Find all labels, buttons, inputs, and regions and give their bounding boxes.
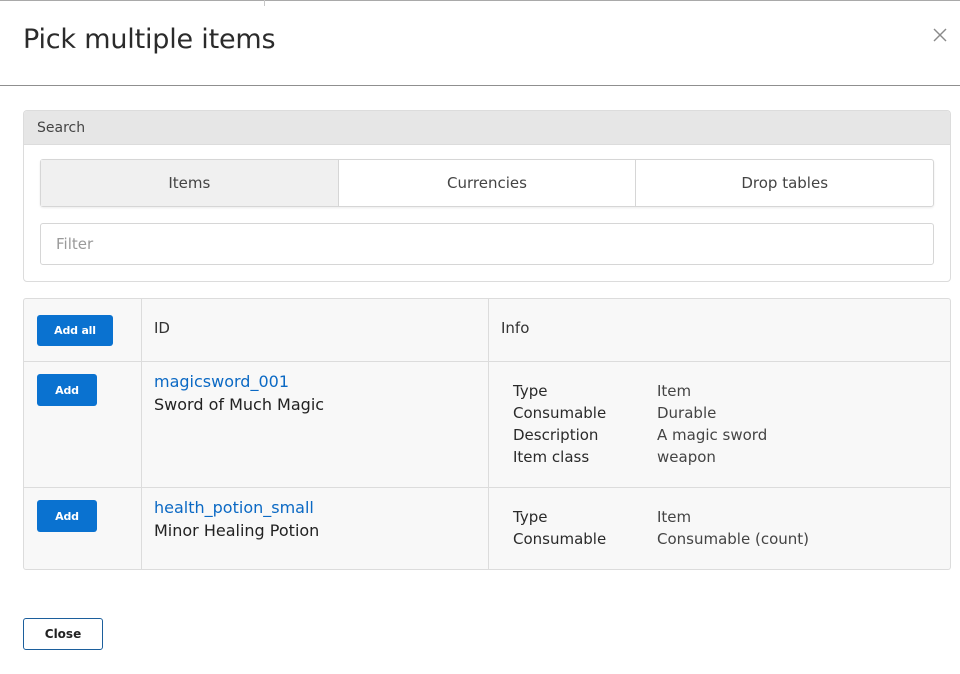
source-tabs: Items Currencies Drop tables [40, 159, 934, 207]
info-value: Item [657, 382, 692, 400]
search-panel: Search Items Currencies Drop tables [23, 110, 951, 282]
item-id-link[interactable]: magicsword_001 [154, 372, 289, 391]
search-heading: Search [24, 111, 950, 145]
info-key: Consumable [513, 404, 607, 422]
header-divider [0, 85, 960, 86]
info-value: weapon [657, 448, 716, 466]
item-name: Minor Healing Potion [154, 521, 320, 540]
table-row: Add magicsword_001 Sword of Much Magic T… [24, 362, 950, 488]
add-all-button[interactable]: Add all [37, 315, 113, 346]
info-value: A magic sword [657, 426, 768, 444]
info-key: Description [513, 426, 599, 444]
top-border [0, 0, 960, 1]
column-header-info: Info [501, 319, 530, 337]
close-button[interactable]: Close [23, 618, 103, 650]
filter-input[interactable] [40, 223, 934, 265]
info-key: Type [513, 508, 548, 526]
top-notch [264, 0, 265, 6]
tab-currencies[interactable]: Currencies [337, 160, 636, 206]
info-value: Item [657, 508, 692, 526]
item-id-link[interactable]: health_potion_small [154, 498, 314, 517]
close-icon[interactable] [929, 24, 951, 46]
tab-drop-tables[interactable]: Drop tables [635, 160, 933, 206]
column-header-id: ID [154, 319, 170, 337]
add-button[interactable]: Add [37, 374, 97, 406]
items-table: Add all ID Info Add magicsword_001 Sword… [23, 298, 951, 570]
item-info: Type Item Consumable Consumable (count) [513, 507, 809, 549]
info-key: Consumable [513, 530, 607, 548]
tab-items[interactable]: Items [41, 160, 338, 206]
item-name: Sword of Much Magic [154, 395, 325, 414]
modal-title: Pick multiple items [23, 24, 276, 55]
add-button[interactable]: Add [37, 500, 97, 532]
table-row: Add health_potion_small Minor Healing Po… [24, 488, 950, 569]
table-header-row: Add all ID Info [24, 299, 950, 362]
info-key: Type [513, 382, 548, 400]
item-info: Type Item Consumable Durable Description… [513, 381, 767, 467]
info-value: Consumable (count) [657, 530, 809, 548]
info-key: Item class [513, 448, 590, 466]
info-value: Durable [657, 404, 717, 422]
